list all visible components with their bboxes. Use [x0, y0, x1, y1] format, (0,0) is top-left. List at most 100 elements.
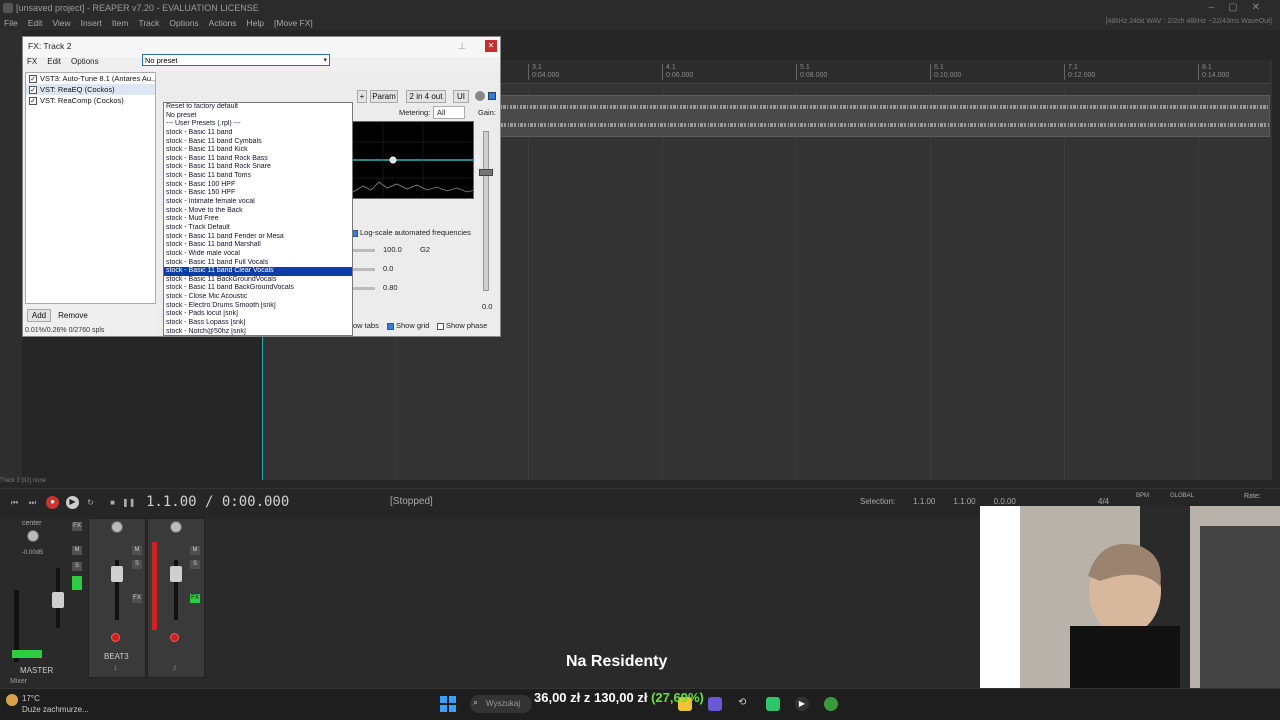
menu-track[interactable]: Track: [138, 18, 159, 28]
mute-button[interactable]: M: [72, 546, 82, 555]
weather-widget[interactable]: 17°C Duże zachmurze...: [22, 693, 89, 715]
fader-handle[interactable]: [170, 566, 182, 582]
stop-icon[interactable]: ■: [106, 497, 119, 508]
track-control-panel[interactable]: [0, 30, 22, 480]
checkbox-icon[interactable]: [437, 322, 444, 330]
app-icon[interactable]: [766, 697, 780, 711]
preset-option[interactable]: stock - Move to the Back: [164, 207, 352, 216]
gain-slider[interactable]: [483, 131, 489, 291]
metering-select[interactable]: All: [433, 106, 465, 119]
io-button[interactable]: 2 in 4 out: [406, 90, 446, 103]
preset-option[interactable]: stock - Basic 11 band Kick: [164, 146, 352, 155]
eq-gain-field[interactable]: 0.0: [379, 262, 419, 275]
freq-field[interactable]: 100.0: [379, 243, 419, 256]
window-controls[interactable]: –▢✕: [1209, 2, 1274, 13]
timeline-ruler[interactable]: 3.1 0:04.000 4.1 0:06.000 5.1 0:08.000 6.1 0…: [500, 60, 1270, 84]
menu-item[interactable]: Item: [112, 18, 129, 28]
pan-knob[interactable]: [111, 521, 123, 533]
master-pan-knob[interactable]: [27, 530, 39, 542]
ui-button[interactable]: UI: [453, 90, 469, 103]
param-button[interactable]: Param: [370, 90, 398, 103]
pin-icon[interactable]: ⊥: [458, 41, 466, 52]
menu-view[interactable]: View: [52, 18, 70, 28]
add-preset-button[interactable]: +: [357, 90, 367, 103]
preset-dropdown-list[interactable]: Reset to factory default No preset --- Use…: [163, 102, 353, 336]
preset-option[interactable]: stock - Track Default: [164, 224, 352, 233]
selection-end[interactable]: 1.1.00: [953, 497, 975, 506]
fx-chain-list[interactable]: ✓ VST3: Auto-Tune 8.1 (Antares Au... ✓ VST…: [25, 72, 156, 304]
preset-option[interactable]: stock - Notch@50hz [snk]: [164, 328, 352, 335]
app-icon[interactable]: [708, 697, 722, 711]
record-arm-icon[interactable]: [111, 633, 120, 642]
gain-slider-handle[interactable]: [479, 169, 493, 176]
preset-option[interactable]: stock - Pads locut [snk]: [164, 310, 352, 319]
preset-option[interactable]: stock - Basic 11 band Rock Snare: [164, 163, 352, 172]
preset-option[interactable]: stock - Basic 11 band Rock Bass: [164, 155, 352, 164]
mute-button[interactable]: M: [132, 546, 142, 555]
taskbar-search[interactable]: Wyszukaj: [470, 695, 532, 713]
preset-option[interactable]: stock - Basic 11 band BackGroundVocals: [164, 284, 352, 293]
preset-option[interactable]: stock - Basic 11 band Fender or Mesa: [164, 233, 352, 242]
windows-start-icon[interactable]: [440, 696, 456, 712]
fx-menu-options[interactable]: Options: [71, 57, 99, 70]
eq-graph[interactable]: [352, 121, 474, 199]
checkbox-icon[interactable]: ✓: [29, 96, 37, 105]
pan-knob[interactable]: [170, 521, 182, 533]
enable-checkbox[interactable]: [488, 92, 496, 100]
menu-move-fx[interactable]: [Move FX]: [274, 18, 313, 28]
menu-options[interactable]: Options: [169, 18, 198, 28]
checkbox-icon[interactable]: [387, 322, 394, 330]
fx-button[interactable]: FX: [72, 522, 82, 531]
global-label[interactable]: GLOBAL: [1170, 493, 1194, 499]
eq-gain-slider[interactable]: [353, 268, 375, 271]
record-arm-icon[interactable]: [170, 633, 179, 642]
preset-option[interactable]: --- User Presets (.rpl) ---: [164, 120, 352, 129]
show-grid-option[interactable]: Show grid: [387, 321, 429, 330]
preset-option[interactable]: stock - Wide male vocal: [164, 250, 352, 259]
solo-button[interactable]: S: [72, 562, 82, 571]
mixer-tab[interactable]: Mixer: [0, 678, 40, 688]
preset-option[interactable]: stock - Basic 11 band Cymbals: [164, 138, 352, 147]
checkbox-icon[interactable]: ✓: [29, 74, 37, 83]
time-signature[interactable]: 4/4: [1098, 497, 1109, 506]
checkbox-icon[interactable]: ✓: [29, 85, 37, 94]
solo-button[interactable]: S: [132, 560, 142, 569]
log-scale-option[interactable]: Log-scale automated frequencies: [351, 228, 471, 237]
fx-menu-fx[interactable]: FX: [27, 57, 37, 70]
preset-option[interactable]: stock - Basic 11 band Marshall: [164, 241, 352, 250]
solo-button[interactable]: S: [190, 560, 200, 569]
master-fader-handle[interactable]: [52, 592, 64, 608]
bandwidth-field[interactable]: 0.80: [379, 281, 419, 294]
fx-item-autotune[interactable]: ✓ VST3: Auto-Tune 8.1 (Antares Au...: [26, 73, 155, 84]
preset-option[interactable]: stock - Intimate female vocal: [164, 198, 352, 207]
selection-start[interactable]: 1.1.00: [913, 497, 935, 506]
fx-item-reacomp[interactable]: ✓ VST: ReaComp (Cockos): [26, 95, 155, 106]
go-start-icon[interactable]: ⏮: [8, 497, 21, 508]
chevron-down-icon[interactable]: ▾: [323, 55, 327, 66]
bandwidth-slider[interactable]: [353, 287, 375, 290]
preset-option[interactable]: stock - Close Mic Acoustic: [164, 293, 352, 302]
repeat-icon[interactable]: ↻: [84, 497, 97, 508]
mute-button[interactable]: M: [190, 546, 200, 555]
menu-file[interactable]: File: [4, 18, 18, 28]
preset-option[interactable]: stock - Basic 11 BackGroundVocals: [164, 276, 352, 285]
preset-option[interactable]: stock - Basic 11 band Clear Vocals: [164, 267, 352, 276]
play-icon[interactable]: ▶: [66, 496, 79, 509]
preset-option[interactable]: stock - Bass Lopass [snk]: [164, 319, 352, 328]
pause-icon[interactable]: ❚❚: [122, 497, 135, 508]
freq-slider[interactable]: [353, 249, 375, 252]
fx-item-reaeq[interactable]: ✓ VST: ReaEQ (Cockos): [26, 84, 155, 95]
menu-help[interactable]: Help: [247, 18, 264, 28]
show-tabs-option[interactable]: ow tabs: [353, 321, 379, 330]
preset-option[interactable]: stock - Mud Free: [164, 215, 352, 224]
preset-combobox[interactable]: No preset ▾: [142, 54, 330, 66]
show-phase-option[interactable]: Show phase: [437, 321, 487, 330]
menu-edit[interactable]: Edit: [28, 18, 43, 28]
fader-handle[interactable]: [111, 566, 123, 582]
fx-button[interactable]: FX: [190, 594, 200, 603]
app-icon[interactable]: ⟲: [738, 697, 752, 711]
preset-option[interactable]: stock - Electro Drums Smooth [snk]: [164, 302, 352, 311]
preset-option[interactable]: stock - Basic 100 HPF: [164, 181, 352, 190]
menu-actions[interactable]: Actions: [209, 18, 237, 28]
browser-icon[interactable]: [824, 697, 838, 711]
